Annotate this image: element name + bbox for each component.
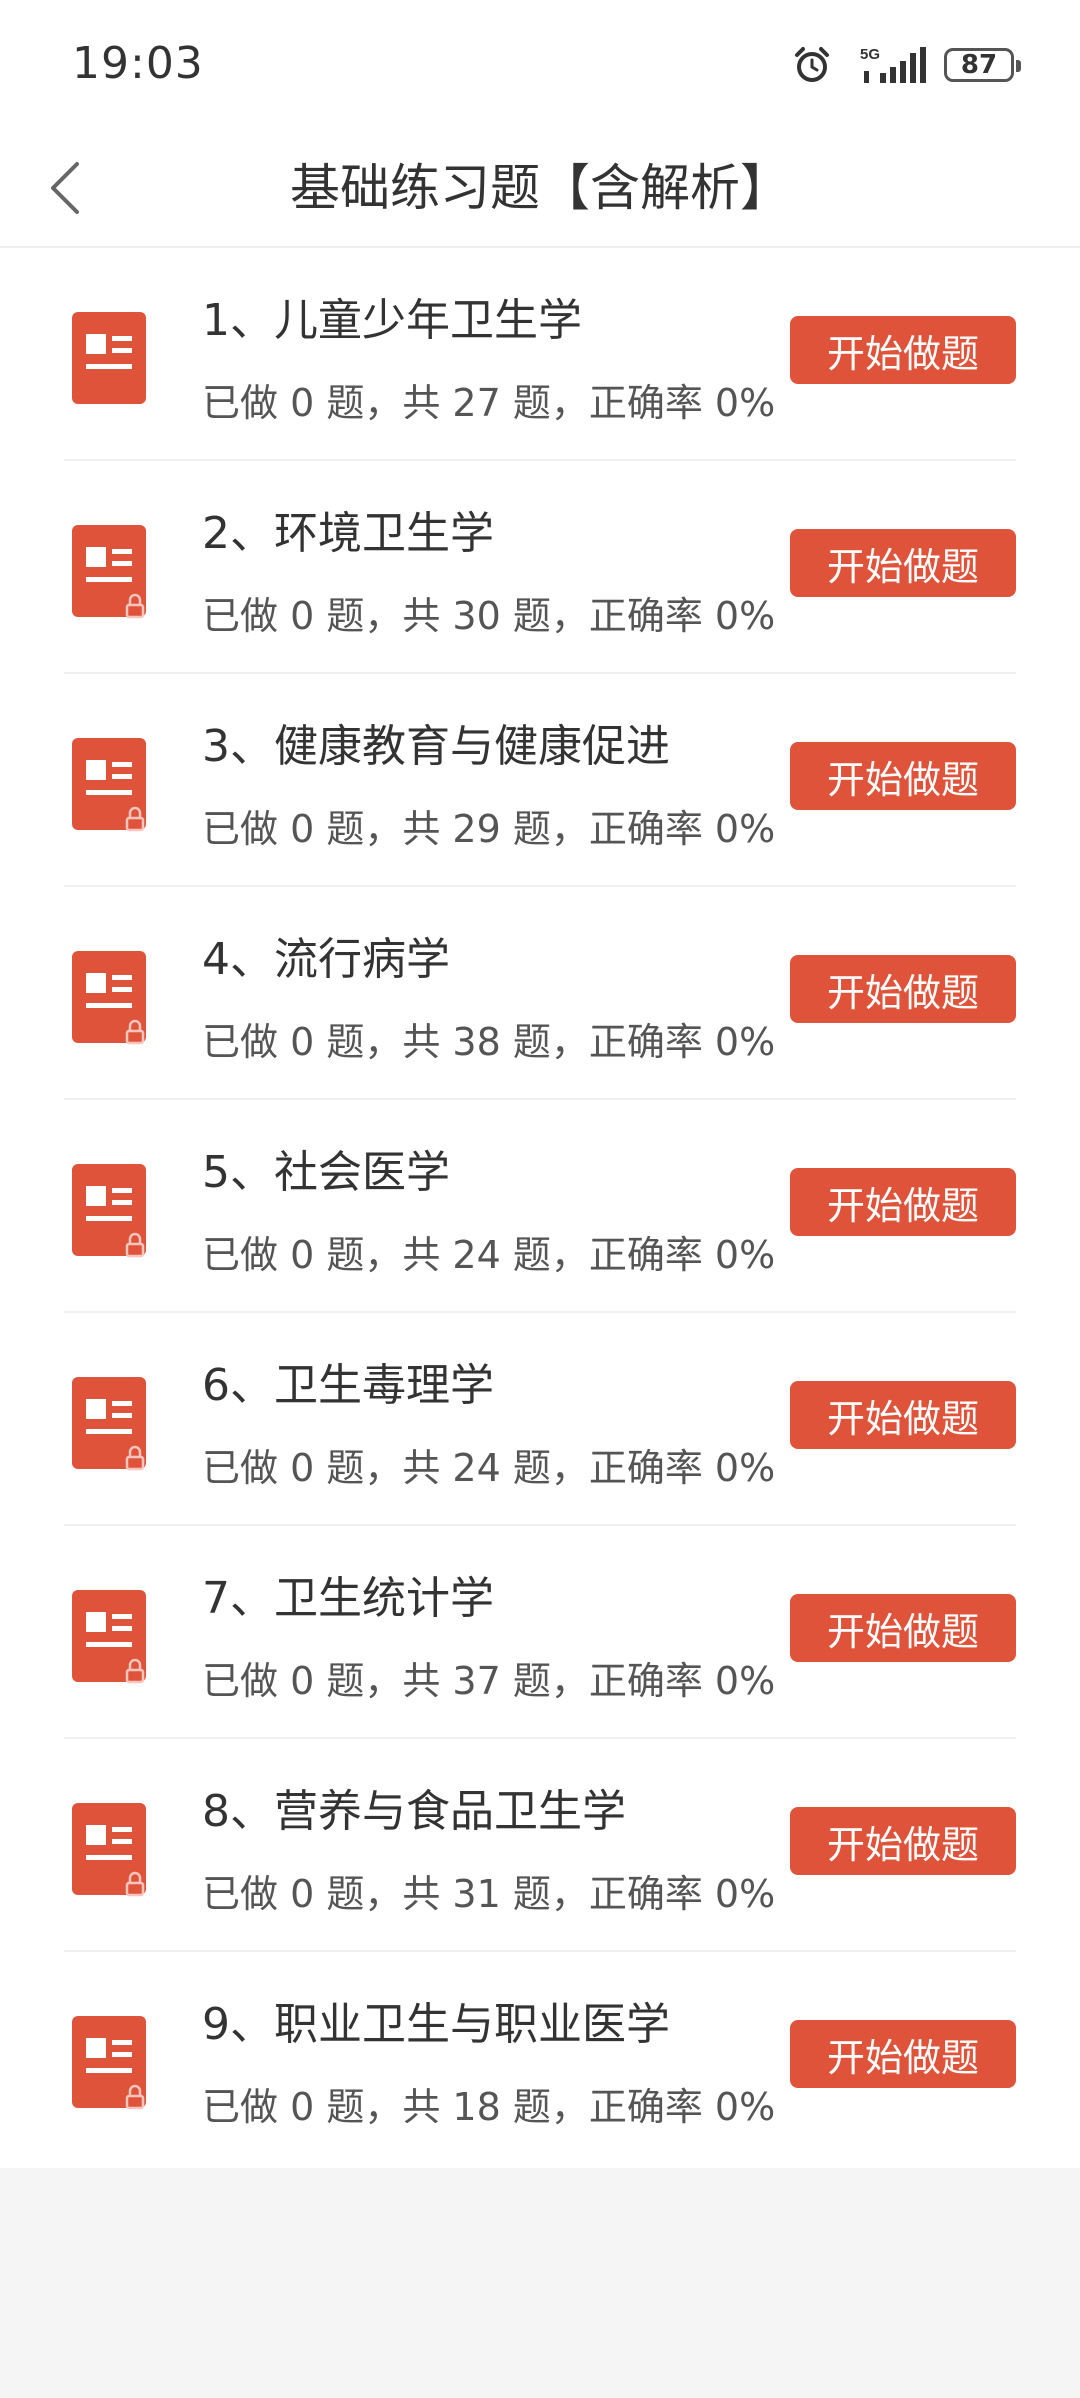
battery-level: 87 — [960, 50, 998, 80]
list-item[interactable]: 7、卫生统计学已做 0 题，共 37 题，正确率 0% 开始做题 — [64, 1526, 1016, 1739]
nav-bar: 基础练习题【含解析】 — [0, 128, 1080, 248]
list-item[interactable]: 9、职业卫生与职业医学已做 0 题，共 18 题，正确率 0% 开始做题 — [64, 1952, 1016, 2165]
back-button[interactable] — [30, 150, 100, 226]
start-practice-button[interactable]: 开始做题 — [790, 1594, 1016, 1662]
document-icon — [72, 734, 150, 832]
item-title: 2、环境卫生学 — [202, 508, 494, 559]
start-practice-button[interactable]: 开始做题 — [790, 1168, 1016, 1236]
page-title: 基础练习题【含解析】 — [290, 159, 790, 217]
start-practice-button[interactable]: 开始做题 — [790, 955, 1016, 1023]
document-icon — [72, 947, 150, 1045]
network-label: 5G — [860, 46, 880, 63]
exercise-list: 1、儿童少年卫生学 已做 0 题，共 27 题，正确率 0% 开始做题 2、环境卫生学… — [0, 248, 1080, 2168]
document-icon — [72, 308, 150, 404]
status-time: 19:03 — [72, 38, 204, 89]
item-title: 8、营养与食品卫生学 — [202, 1786, 626, 1837]
start-practice-button[interactable]: 开始做题 — [790, 2020, 1016, 2088]
item-stats: 已做 0 题，共 30 题，正确率 0% — [202, 594, 776, 638]
status-bar: 19:03 5G 87 — [0, 0, 1080, 128]
chevron-left-icon — [51, 162, 79, 214]
item-title: 1、儿童少年卫生学 — [202, 295, 582, 346]
item-stats: 已做 0 题，共 37 题，正确率 0% — [202, 1659, 776, 1703]
item-stats: 已做 0 题，共 38 题，正确率 0% — [202, 1020, 776, 1064]
list-item[interactable]: 3、健康教育与健康促进已做 0 题，共 29 题，正确率 0% 开始做题 — [64, 674, 1016, 887]
list-item[interactable]: 2、环境卫生学已做 0 题，共 30 题，正确率 0% 开始做题 — [64, 461, 1016, 674]
document-icon — [72, 1586, 150, 1684]
battery-icon: 87 — [944, 48, 1021, 82]
list-item[interactable]: 6、卫生毒理学已做 0 题，共 24 题，正确率 0% 开始做题 — [64, 1313, 1016, 1526]
document-icon — [72, 521, 150, 619]
list-item[interactable]: 1、儿童少年卫生学已做 0 题，共 27 题，正确率 0% 开始做题 — [64, 248, 1016, 461]
signal-5g-icon: 5G — [860, 45, 926, 85]
start-practice-button[interactable]: 开始做题 — [790, 1807, 1016, 1875]
status-icons: 5G 87 — [792, 42, 1021, 88]
item-title: 9、职业卫生与职业医学 — [202, 1999, 670, 2050]
start-practice-button[interactable]: 开始做题 — [790, 529, 1016, 597]
list-item[interactable]: 5、社会医学已做 0 题，共 24 题，正确率 0% 开始做题 — [64, 1100, 1016, 1313]
item-title: 6、卫生毒理学 — [202, 1360, 494, 1411]
document-icon — [72, 1373, 150, 1471]
start-practice-button[interactable]: 开始做题 — [790, 742, 1016, 810]
document-icon — [72, 1160, 150, 1258]
start-practice-button[interactable]: 开始做题 — [790, 316, 1016, 384]
start-practice-button[interactable]: 开始做题 — [790, 1381, 1016, 1449]
item-title: 4、流行病学 — [202, 934, 450, 985]
item-stats: 已做 0 题，共 29 题，正确率 0% — [202, 807, 776, 851]
item-stats: 已做 0 题，共 24 题，正确率 0% — [202, 1446, 776, 1490]
document-icon — [72, 2012, 150, 2110]
list-item[interactable]: 4、流行病学已做 0 题，共 38 题，正确率 0% 开始做题 — [64, 887, 1016, 1100]
document-icon — [72, 1799, 150, 1897]
item-title: 3、健康教育与健康促进 — [202, 721, 670, 772]
item-stats: 已做 0 题，共 31 题，正确率 0% — [202, 1872, 776, 1916]
item-title: 7、卫生统计学 — [202, 1573, 494, 1624]
item-stats: 已做 0 题，共 24 题，正确率 0% — [202, 1233, 776, 1277]
item-title: 5、社会医学 — [202, 1147, 450, 1198]
item-stats: 已做 0 题，共 27 题，正确率 0% — [202, 381, 776, 425]
item-stats: 已做 0 题，共 18 题，正确率 0% — [202, 2085, 776, 2129]
alarm-icon — [792, 45, 832, 85]
list-item[interactable]: 8、营养与食品卫生学已做 0 题，共 31 题，正确率 0% 开始做题 — [64, 1739, 1016, 1952]
